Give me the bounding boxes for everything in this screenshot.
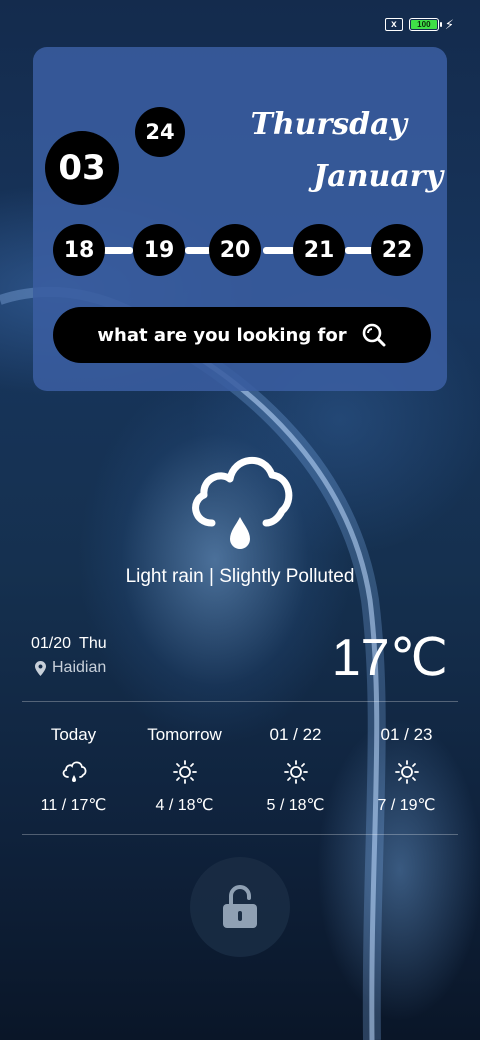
battery-level: 100: [410, 20, 437, 29]
cloud-rain-icon: [62, 761, 86, 782]
location-pin-icon: [35, 660, 46, 676]
location[interactable]: Haidian: [35, 659, 106, 677]
weekday-short: Thu: [79, 635, 107, 652]
sun-icon: [394, 760, 419, 784]
forecast-item[interactable]: 01 / 22 5 / 18℃: [240, 725, 351, 815]
clock-hour: 03: [45, 131, 119, 205]
forecast-range: 4 / 18℃: [155, 797, 214, 814]
weather-date: 01/20 Thu: [31, 635, 107, 653]
forecast-item[interactable]: Tomorrow 4 / 18℃: [129, 725, 240, 815]
clock-widget[interactable]: 03 24 Thursday January 18 19 20 21 22 wh…: [33, 47, 447, 391]
forecast-day: 01 / 22: [269, 725, 322, 744]
forecast-day: Tomorrow: [147, 725, 222, 744]
weather-condition: Light rain | Slightly Polluted: [125, 566, 355, 587]
forecast-day: 01 / 23: [380, 725, 433, 744]
forecast-item[interactable]: Today 11 / 17℃: [18, 725, 129, 815]
no-sim-icon: x: [384, 18, 403, 31]
day-connector: [103, 247, 133, 254]
search-placeholder: what are you looking for: [97, 324, 347, 346]
clock-minute: 24: [135, 107, 185, 157]
forecast-row: Today 11 / 17℃ Tomorrow 4 / 18℃ 01 / 22: [18, 725, 462, 815]
day-connector: [263, 247, 295, 254]
date-label: 01/20: [31, 635, 72, 652]
day-connector: [185, 247, 211, 254]
day-circle-today[interactable]: 20: [209, 224, 261, 276]
search-icon[interactable]: [361, 322, 387, 348]
cloud-rain-icon: [192, 456, 293, 549]
divider: [22, 701, 458, 702]
unlock-button[interactable]: [190, 857, 290, 957]
current-temperature: 17℃: [331, 629, 448, 687]
charging-icon: ⚡: [444, 17, 454, 32]
day-circle[interactable]: 22: [371, 224, 423, 276]
day-circle[interactable]: 21: [293, 224, 345, 276]
weekday-label: Thursday: [250, 107, 408, 142]
battery-icon: 100: [408, 18, 442, 31]
status-bar: x 100 ⚡: [384, 17, 454, 32]
month-label: January: [313, 159, 443, 194]
unlock-icon: [223, 885, 257, 928]
search-bar[interactable]: what are you looking for: [53, 307, 431, 363]
day-circle[interactable]: 19: [133, 224, 185, 276]
forecast-item[interactable]: 01 / 23 7 / 19℃: [351, 725, 462, 815]
location-label: Haidian: [52, 659, 107, 676]
forecast-range: 7 / 19℃: [377, 797, 436, 814]
forecast-range: 5 / 18℃: [266, 797, 325, 814]
day-strip: 18 19 20 21 22: [53, 223, 425, 277]
sun-icon: [283, 760, 308, 784]
day-circle[interactable]: 18: [53, 224, 105, 276]
sun-icon: [172, 760, 197, 784]
divider: [22, 834, 458, 835]
forecast-range: 11 / 17℃: [40, 797, 107, 814]
forecast-day: Today: [50, 725, 97, 744]
